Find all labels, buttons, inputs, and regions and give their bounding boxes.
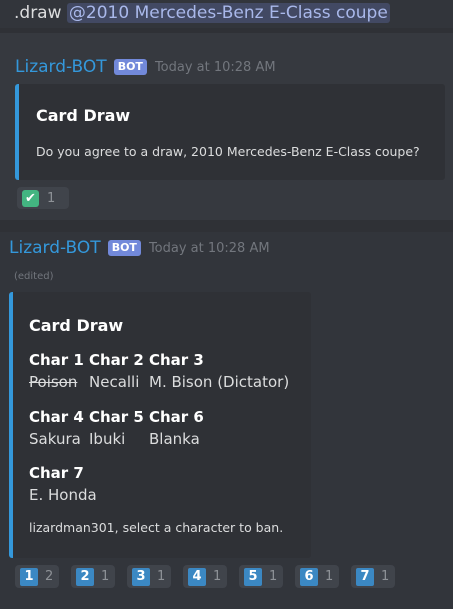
command-text: .draw @2010 Mercedes-Benz E-Class coupe	[14, 3, 390, 23]
reaction-count: 1	[213, 569, 222, 584]
field-value-struck: Poison	[29, 373, 78, 391]
reaction-count: 1	[47, 190, 56, 206]
reaction-2[interactable]: 2 1	[71, 565, 116, 588]
embed-title: Card Draw	[36, 106, 131, 125]
field-name: Char 5	[89, 408, 144, 426]
field-char-3: Char 3 M. Bison (Dictator)	[149, 351, 289, 391]
author-name[interactable]: Lizard-BOT	[15, 57, 107, 77]
message-1-header: Lizard-BOT BOT Today at 10:28 AM	[15, 57, 276, 77]
field-char-7: Char 7 E. Honda	[29, 464, 97, 504]
command-name: .draw	[14, 3, 62, 23]
message-divider	[0, 220, 453, 232]
bot-tag: BOT	[107, 240, 141, 256]
embed-footer-instruction: lizardman301, select a character to ban.	[29, 520, 284, 535]
reaction-5[interactable]: 5 1	[239, 565, 284, 588]
timestamp[interactable]: Today at 10:28 AM	[149, 241, 270, 256]
reaction-3[interactable]: 3 1	[127, 565, 172, 588]
keycap-5-icon: 5	[244, 567, 262, 586]
keycap-6-icon: 6	[300, 567, 318, 586]
keycap-3-icon: 3	[132, 567, 150, 586]
reaction-check[interactable]: ✔ 1	[17, 187, 69, 209]
field-name: Char 1	[29, 351, 84, 369]
bot-tag: BOT	[113, 59, 147, 75]
field-value: Ibuki	[89, 430, 126, 448]
message-2-header: Lizard-BOT BOT Today at 10:28 AM	[9, 238, 270, 258]
keycap-7-icon: 7	[356, 567, 374, 586]
field-name: Char 3	[149, 351, 204, 369]
embed-card-draw-prompt: Card Draw Do you agree to a draw, 2010 M…	[15, 84, 445, 180]
keycap-4-icon: 4	[188, 567, 206, 586]
field-char-2: Char 2 Necalli	[89, 351, 144, 391]
embed-description: Do you agree to a draw, 2010 Mercedes-Be…	[36, 144, 420, 159]
field-char-4: Char 4 Sakura	[29, 408, 84, 448]
field-name: Char 6	[149, 408, 204, 426]
field-name: Char 7	[29, 464, 84, 482]
field-char-6: Char 6 Blanka	[149, 408, 204, 448]
field-value: Sakura	[29, 430, 81, 448]
timestamp[interactable]: Today at 10:28 AM	[155, 60, 276, 75]
field-name: Char 2	[89, 351, 144, 369]
field-value: Necalli	[89, 373, 140, 391]
reaction-count: 2	[45, 569, 54, 584]
field-name: Char 4	[29, 408, 84, 426]
edited-label: (edited)	[14, 271, 54, 282]
embed-title: Card Draw	[29, 316, 124, 335]
white-check-mark-icon: ✔	[22, 189, 39, 207]
reaction-4[interactable]: 4 1	[183, 565, 228, 588]
message-divider	[0, 28, 453, 33]
field-char-5: Char 5 Ibuki	[89, 408, 144, 448]
reaction-count: 1	[381, 569, 390, 584]
field-value: Blanka	[149, 430, 200, 448]
field-value: E. Honda	[29, 486, 97, 504]
command-message: .draw @2010 Mercedes-Benz E-Class coupe	[0, 0, 453, 28]
author-name[interactable]: Lizard-BOT	[9, 238, 101, 258]
reaction-count: 1	[157, 569, 166, 584]
reaction-count: 1	[101, 569, 110, 584]
field-char-1: Char 1 Poison	[29, 351, 84, 391]
field-value: M. Bison (Dictator)	[149, 373, 290, 391]
reaction-7[interactable]: 7 1	[351, 565, 396, 588]
reaction-6[interactable]: 6 1	[295, 565, 340, 588]
keycap-1-icon: 1	[20, 567, 38, 586]
user-mention[interactable]: @2010 Mercedes-Benz E-Class coupe	[66, 3, 390, 23]
reaction-count: 1	[325, 569, 334, 584]
reaction-1[interactable]: 1 2	[15, 565, 60, 588]
keycap-2-icon: 2	[76, 567, 94, 586]
reaction-count: 1	[269, 569, 278, 584]
